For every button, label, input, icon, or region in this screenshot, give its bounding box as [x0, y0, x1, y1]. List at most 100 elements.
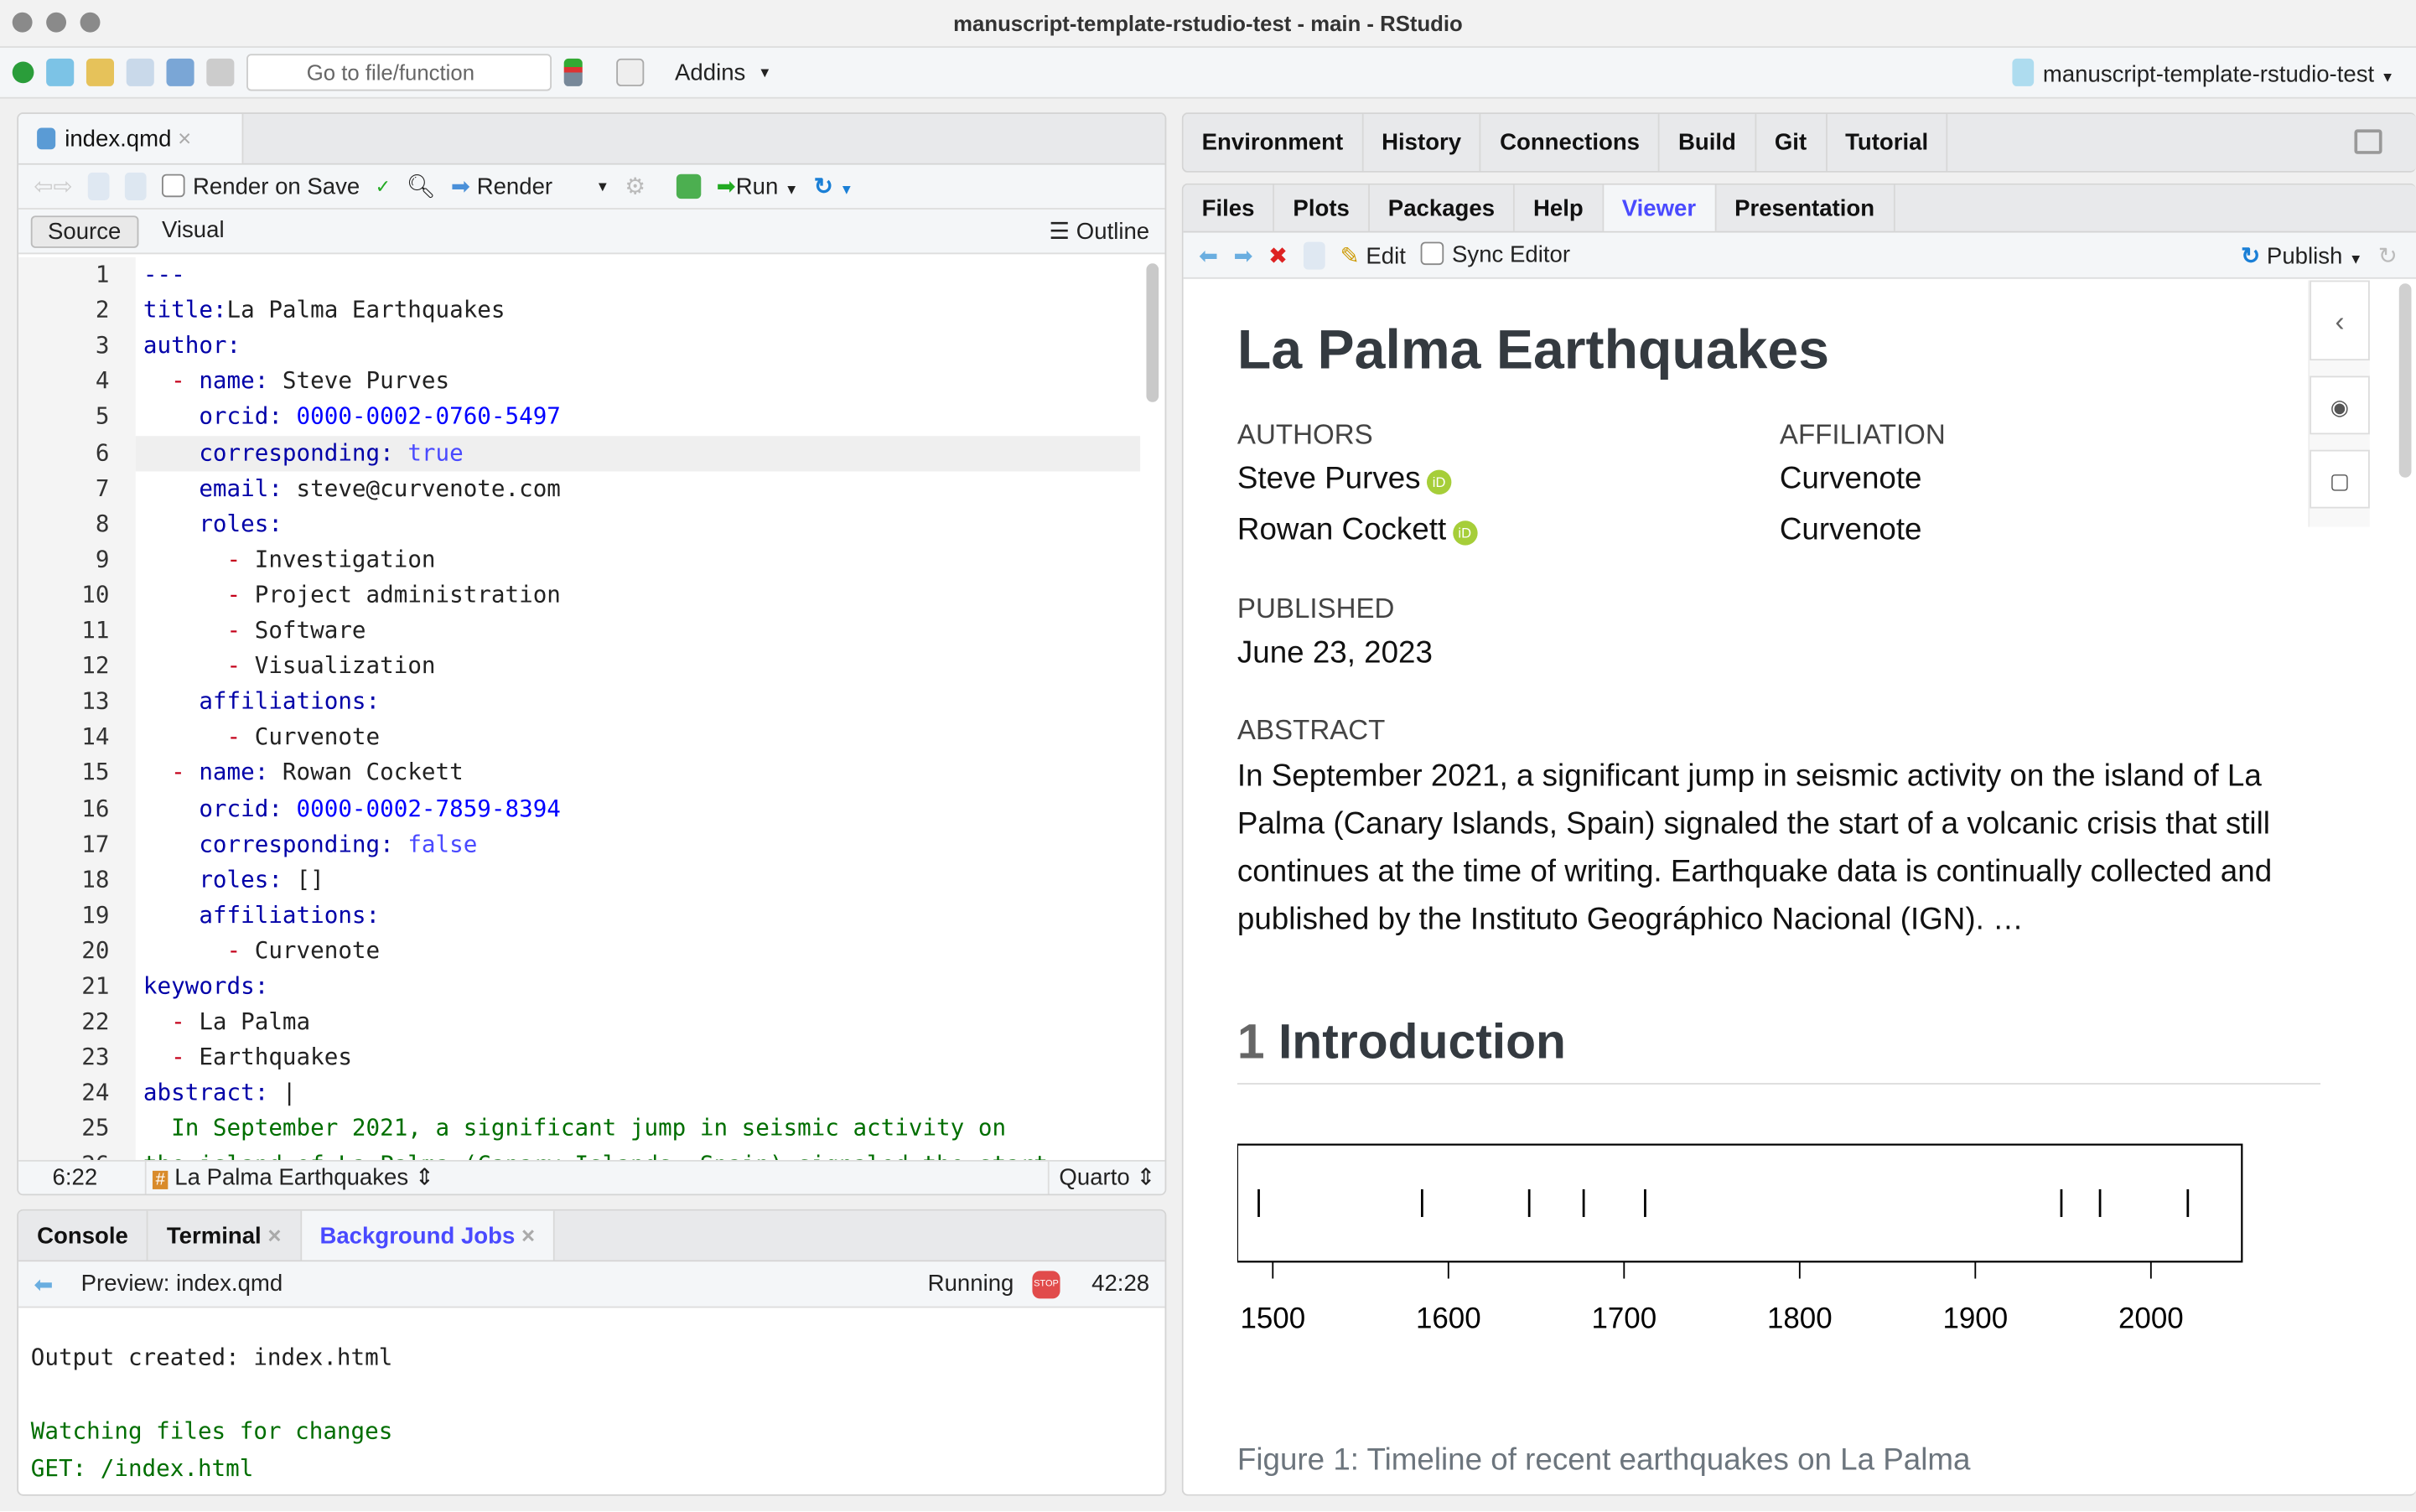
code-token: ---	[143, 260, 185, 288]
show-in-window-icon[interactable]	[1303, 241, 1325, 269]
close-tab-icon[interactable]: ×	[515, 1223, 535, 1249]
publish-icon[interactable]: ↻ ▼	[814, 173, 853, 200]
back-forward-icon[interactable]: ⇦⇨	[34, 173, 72, 200]
orcid-icon[interactable]: iD	[1452, 520, 1477, 546]
run-button[interactable]: ➡Run ▼	[717, 173, 799, 200]
close-tab-icon[interactable]: ×	[178, 127, 191, 153]
tab-viewer[interactable]: Viewer	[1603, 184, 1717, 231]
tab-history[interactable]: History	[1363, 114, 1482, 172]
tab-environment[interactable]: Environment	[1184, 114, 1364, 172]
code-line: - name: Steve Purves	[143, 367, 449, 395]
code-editor[interactable]: 1 --- 2 title:La Palma Earthquakes 3 author: 4…	[18, 256, 1164, 1161]
code-line: affiliations:	[143, 687, 380, 715]
forward-icon[interactable]: ➡	[1233, 241, 1252, 268]
tab-tutorial[interactable]: Tutorial	[1827, 114, 1949, 172]
tab-presentation[interactable]: Presentation	[1716, 184, 1895, 231]
gear-icon[interactable]: ⚙	[625, 173, 645, 200]
stop-icon[interactable]: STOP	[1032, 1270, 1060, 1298]
line-number: 14	[81, 722, 110, 751]
tab-git[interactable]: Git	[1756, 114, 1828, 172]
publish-button[interactable]: ↻ Publish ▼	[2241, 241, 2362, 268]
version-control-icon[interactable]	[563, 58, 583, 86]
filetype-selector[interactable]: Quarto ⇕	[1048, 1161, 1156, 1194]
pane-layout-icon[interactable]	[616, 58, 645, 86]
back-arrow-icon[interactable]: ⬅	[34, 1270, 53, 1297]
code-token: name:	[184, 759, 269, 787]
x-tick-label: 2000	[2118, 1302, 2184, 1334]
close-tab-icon[interactable]: ×	[262, 1223, 281, 1249]
spellcheck-icon[interactable]: ✓	[376, 176, 391, 198]
abstract-text: In September 2021, a significant jump in…	[1237, 759, 2273, 937]
tab-index-qmd[interactable]: index.qmd ×	[18, 114, 244, 163]
visual-mode-button[interactable]: Visual	[162, 217, 225, 243]
tab-build[interactable]: Build	[1660, 114, 1756, 172]
tab-terminal[interactable]: Terminal ×	[148, 1210, 302, 1261]
editor-scrollbar[interactable]	[1146, 263, 1159, 402]
new-file-icon[interactable]	[12, 61, 34, 84]
tab-help[interactable]: Help	[1515, 184, 1604, 231]
collapse-chevron-icon[interactable]: ‹	[2310, 280, 2370, 361]
abstract-label: ABSTRACT	[1237, 714, 1386, 746]
tab-console[interactable]: Console	[18, 1210, 148, 1261]
print-icon[interactable]	[206, 58, 235, 86]
minimize-window-button[interactable]	[46, 12, 67, 33]
tab-background-jobs[interactable]: Background Jobs ×	[301, 1210, 555, 1261]
save-icon[interactable]	[126, 58, 154, 86]
sync-editor-checkbox[interactable]: Sync Editor	[1421, 241, 1570, 268]
project-menu[interactable]: manuscript-template-rstudio-test ▼	[2012, 57, 2394, 87]
code-token: name:	[184, 366, 269, 396]
tab-plots[interactable]: Plots	[1274, 184, 1370, 231]
code-token: Investigation	[241, 545, 436, 573]
section-navigator[interactable]: # La Palma Earthquakes ⇕	[144, 1161, 434, 1194]
authors-label: AUTHORS	[1237, 418, 1373, 450]
render-on-save-checkbox[interactable]: Render on Save	[162, 173, 360, 199]
save-icon[interactable]	[125, 172, 147, 200]
tab-packages[interactable]: Packages	[1370, 184, 1515, 231]
render-button[interactable]: ➡ Render	[451, 173, 552, 200]
tab-connections[interactable]: Connections	[1481, 114, 1660, 172]
code-line: - Curvenote	[143, 723, 381, 751]
orcid-icon[interactable]: iD	[1426, 469, 1452, 495]
line-number: 9	[95, 545, 110, 573]
code-token: true	[393, 438, 464, 466]
code-token: -	[226, 580, 241, 608]
tab-label: Build	[1677, 129, 1736, 156]
code-token: Rowan Cockett	[268, 759, 464, 787]
code-line: keywords:	[143, 972, 268, 1000]
code-token: -	[171, 759, 185, 787]
refresh-icon[interactable]: ↻	[2378, 241, 2398, 268]
code-token: -	[226, 616, 241, 645]
tab-label: Presentation	[1734, 195, 1875, 222]
viewer-scrollbar[interactable]	[2398, 283, 2412, 478]
line-number: 19	[81, 900, 110, 929]
search-icon[interactable]: 🔍︎	[407, 173, 436, 200]
eye-icon[interactable]: ◉	[2310, 375, 2370, 435]
tab-label: Terminal	[166, 1223, 262, 1250]
maximize-pane-icon[interactable]	[2354, 129, 2382, 154]
edit-button[interactable]: ✎ Edit	[1340, 241, 1406, 268]
open-folder-icon[interactable]	[86, 58, 115, 86]
save-all-icon[interactable]	[166, 58, 194, 86]
close-window-button[interactable]	[12, 12, 33, 33]
tab-label: Git	[1774, 129, 1807, 156]
maximize-window-button[interactable]	[80, 12, 101, 33]
addins-menu[interactable]: Addins	[675, 60, 745, 85]
new-project-icon[interactable]	[46, 58, 75, 86]
job-status: Running	[927, 1271, 1014, 1297]
line-number: 22	[81, 1007, 110, 1036]
back-icon[interactable]: ⬅	[1199, 241, 1218, 268]
line-number: 4	[95, 366, 110, 396]
insert-chunk-icon[interactable]	[676, 173, 702, 199]
note-icon[interactable]: ▢	[2310, 449, 2370, 509]
show-in-window-icon[interactable]	[88, 172, 110, 200]
tab-files[interactable]: Files	[1184, 184, 1275, 231]
line-number: 5	[95, 402, 110, 431]
line-number: 23	[81, 1043, 110, 1071]
goto-file-input[interactable]: Go to file/function	[246, 54, 552, 91]
source-mode-button[interactable]: Source	[30, 215, 138, 248]
outline-button[interactable]: ☰ Outline	[1049, 217, 1149, 245]
stop-icon[interactable]: ✖	[1268, 241, 1288, 268]
editor-toolbar: ⇦⇨ Render on Save ✓ 🔍︎ ➡ Render ▼ ⚙ ➡Run…	[18, 164, 1165, 210]
